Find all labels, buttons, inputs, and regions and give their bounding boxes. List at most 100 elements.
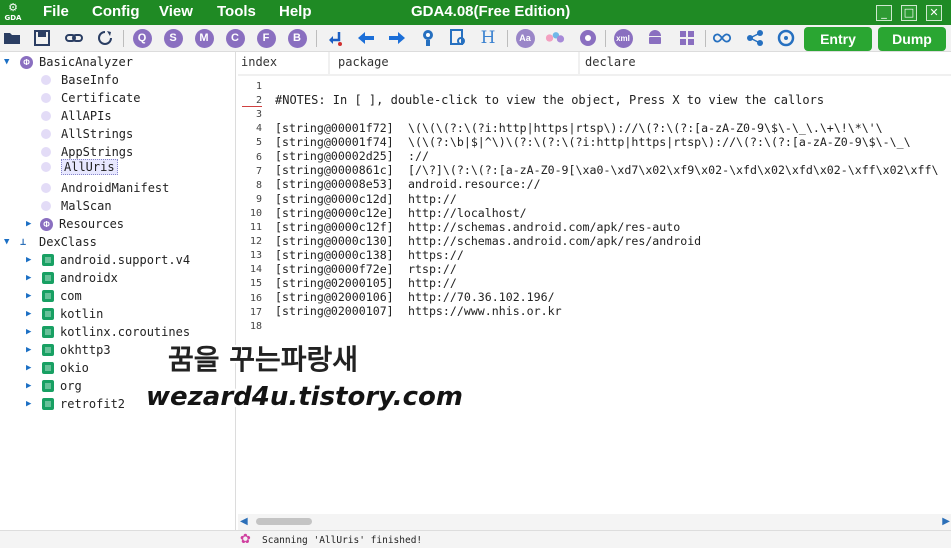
menu-config[interactable]: Config xyxy=(92,3,139,20)
search-q-icon[interactable]: Q xyxy=(132,28,152,48)
string-ref[interactable]: [string@00001f74] xyxy=(275,135,394,149)
string-value: http:// xyxy=(408,191,457,206)
menu-view[interactable]: View xyxy=(159,3,193,20)
tree-resources[interactable]: ▶ Φ Resources xyxy=(26,215,124,233)
column-declare[interactable]: declare xyxy=(582,52,951,74)
string-ref[interactable]: [string@0000c138] xyxy=(275,248,394,262)
menu-tools[interactable]: Tools xyxy=(217,3,256,20)
tree-item-allstrings[interactable]: AllStrings xyxy=(41,125,133,143)
string-value: http://schemas.android.com/apk/res/andro… xyxy=(408,233,702,248)
tree-package[interactable]: ▶ kotlin xyxy=(26,305,103,323)
class-tree-icon: ⊥ xyxy=(20,236,27,248)
forward-arrow-icon[interactable] xyxy=(387,28,407,48)
string-ref[interactable]: [string@00001f72] xyxy=(275,121,394,135)
string-ref[interactable]: [string@00002d25] xyxy=(275,149,394,163)
target-icon[interactable] xyxy=(776,28,796,48)
close-button[interactable]: ✕ xyxy=(926,5,942,21)
string-ref[interactable]: [string@02000107] xyxy=(275,304,394,318)
hex-h-icon[interactable]: H xyxy=(478,28,498,48)
maximize-button[interactable]: □ xyxy=(901,5,917,21)
line-number: 4 xyxy=(255,123,262,135)
dump-button[interactable]: Dump xyxy=(878,27,946,51)
window-title: GDA4.08(Free Edition) xyxy=(411,3,571,20)
xml-icon[interactable]: xml xyxy=(613,28,633,48)
string-value: http://70.36.102.196/ xyxy=(408,290,555,305)
string-ref[interactable]: [string@0000c12e] xyxy=(275,206,394,220)
tree-package[interactable]: ▶ retrofit2 xyxy=(26,395,125,413)
search-s-icon[interactable]: S xyxy=(163,28,183,48)
tree-package[interactable]: ▶ okio xyxy=(26,359,89,377)
save-icon[interactable] xyxy=(32,28,52,48)
line-number: 3 xyxy=(255,109,262,121)
palette-icon[interactable] xyxy=(545,28,565,48)
scroll-right-icon[interactable]: ▶ xyxy=(942,516,950,527)
tree-package[interactable]: ▶ androidx xyxy=(26,269,118,287)
expanded-arrow-icon[interactable]: ▼ xyxy=(4,57,14,67)
entry-button[interactable]: Entry xyxy=(804,27,872,51)
tree-item-baseinfo[interactable]: BaseInfo xyxy=(41,71,119,89)
tree-package[interactable]: ▶ android.support.v4 xyxy=(26,251,190,269)
package-icon xyxy=(42,380,54,392)
open-folder-icon[interactable] xyxy=(2,28,22,48)
collapsed-arrow-icon[interactable]: ▶ xyxy=(26,219,36,229)
line-number: 8 xyxy=(255,179,262,191)
graph-nodes-icon[interactable] xyxy=(745,28,765,48)
resources-icon: Φ xyxy=(40,217,53,231)
goto-line-icon[interactable] xyxy=(325,28,345,48)
string-value: http://localhost/ xyxy=(408,205,527,220)
key-icon[interactable] xyxy=(418,28,438,48)
search-m-icon[interactable]: M xyxy=(194,28,214,48)
string-ref[interactable]: [string@0000c12d] xyxy=(275,192,394,206)
string-value: android.resource:// xyxy=(408,177,541,192)
string-ref[interactable]: [string@00008e53] xyxy=(275,177,394,191)
status-message: Scanning 'AllUris' finished! xyxy=(262,535,423,546)
tree-basic-analyzer[interactable]: ▼ Φ BasicAnalyzer xyxy=(4,53,133,71)
tree-package[interactable]: ▶ kotlinx.coroutines xyxy=(26,323,190,341)
scroll-left-icon[interactable]: ◀ xyxy=(240,516,248,527)
column-package[interactable]: package xyxy=(335,52,580,74)
tree-package[interactable]: ▶ com xyxy=(26,287,82,305)
analyzer-icon: Φ xyxy=(20,55,33,69)
search-c-icon[interactable]: C xyxy=(225,28,245,48)
minimize-button[interactable]: _ xyxy=(876,5,892,21)
back-arrow-icon[interactable] xyxy=(356,28,376,48)
tree-dexclass[interactable]: ▼ ⊥ DexClass xyxy=(4,233,97,251)
search-b-icon[interactable]: B xyxy=(287,28,307,48)
string-ref[interactable]: [string@0000c12f] xyxy=(275,220,394,234)
line-number: 2 xyxy=(255,95,262,107)
menu-file[interactable]: File xyxy=(43,3,69,20)
search-f-icon[interactable]: F xyxy=(256,28,276,48)
package-icon xyxy=(42,272,54,284)
windows-icon[interactable] xyxy=(677,28,697,48)
string-ref[interactable]: [string@0000861c] xyxy=(275,163,394,177)
string-value: https://www.nhis.or.kr xyxy=(408,304,562,319)
tree-item-certificate[interactable]: Certificate xyxy=(41,89,140,107)
string-value: \(\(\(?:\(?i:http|https|rtsp\)://\(?:\(?… xyxy=(408,121,883,135)
string-ref[interactable]: [string@0000c130] xyxy=(275,234,394,248)
tree-item-allapis[interactable]: AllAPIs xyxy=(41,107,112,125)
string-value: http:// xyxy=(408,276,457,291)
line-number: 11 xyxy=(249,222,262,233)
package-icon xyxy=(42,398,54,410)
link-icon[interactable] xyxy=(64,28,84,48)
doc-search-icon[interactable] xyxy=(448,28,468,48)
font-aa-icon[interactable]: Aa xyxy=(515,28,535,48)
line-number: 7 xyxy=(255,165,262,177)
horizontal-scrollbar[interactable]: ◀ ▶ xyxy=(238,514,951,530)
expanded-arrow-icon[interactable]: ▼ xyxy=(4,237,14,247)
string-ref[interactable]: [string@02000106] xyxy=(275,290,394,304)
string-ref[interactable]: [string@02000105] xyxy=(275,276,394,290)
settings-gear-icon[interactable] xyxy=(578,28,598,48)
tree-package[interactable]: ▶ org xyxy=(26,377,82,395)
scroll-thumb[interactable] xyxy=(256,518,312,525)
string-ref[interactable]: [string@0000f72e] xyxy=(275,262,394,276)
infinity-icon[interactable] xyxy=(712,28,732,48)
column-index[interactable]: index xyxy=(238,52,330,74)
tree-item-androidmanifest[interactable]: AndroidManifest xyxy=(41,179,169,197)
tree-item-malscan[interactable]: MalScan xyxy=(41,197,112,215)
refresh-icon[interactable] xyxy=(95,28,115,48)
menu-help[interactable]: Help xyxy=(279,3,312,20)
android-icon[interactable] xyxy=(645,28,665,48)
tree-package[interactable]: ▶ okhttp3 xyxy=(26,341,111,359)
tree-item-alluris[interactable]: AllUris xyxy=(41,158,118,176)
